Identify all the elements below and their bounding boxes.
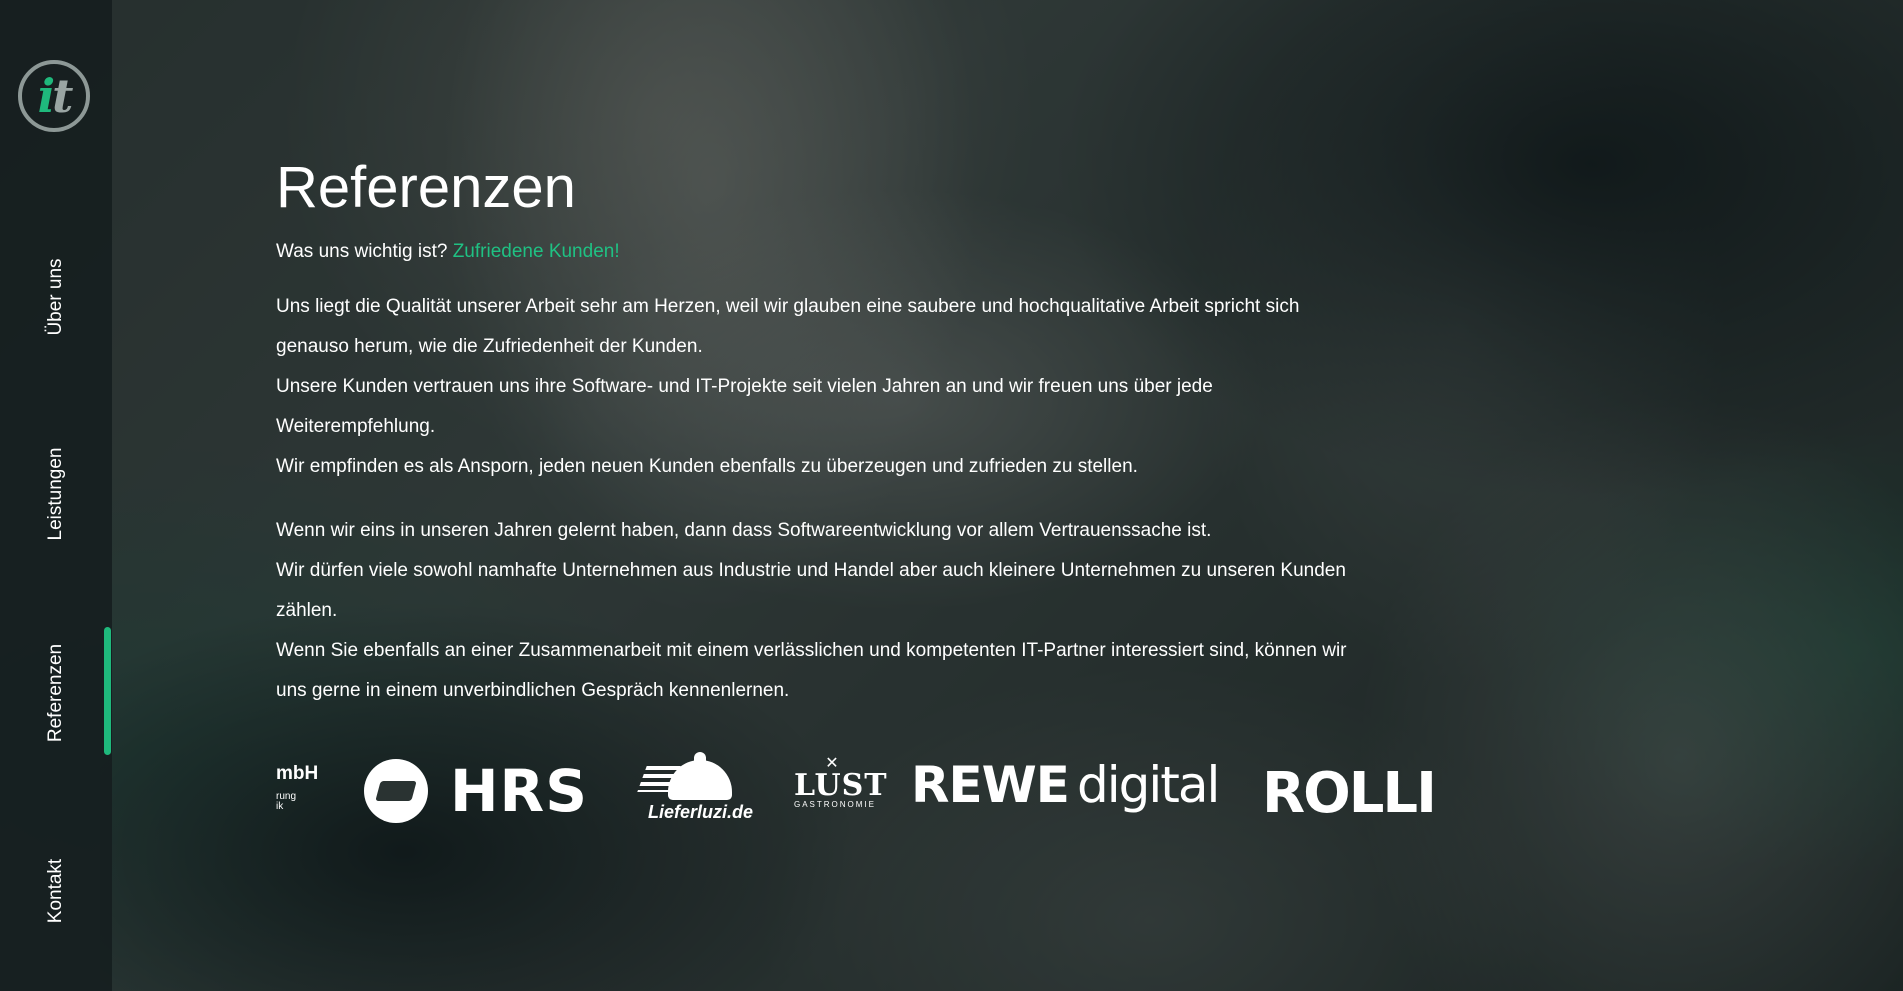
client-logo-lieferluzi: Lieferluzi.de xyxy=(637,752,754,826)
client-logo-rewe-text: REWE xyxy=(911,756,1070,814)
nav-item-referenzen[interactable]: Referenzen xyxy=(45,644,67,742)
client-logo-mbh-line2: ik xyxy=(276,801,284,812)
intro-paragraph: Uns liegt die Qualität unserer Arbeit se… xyxy=(276,287,1426,487)
paragraph-line: Wenn wir eins in unseren Jahren gelernt … xyxy=(276,520,1212,541)
paragraph-line: Wir empfinden es als Ansporn, jeden neue… xyxy=(276,456,1138,477)
trust-paragraph: Wenn wir eins in unseren Jahren gelernt … xyxy=(276,511,1426,711)
paragraph-line: uns gerne in einem unverbindlichen Gespr… xyxy=(276,680,790,701)
paragraph-line: Unsere Kunden vertrauen uns ihre Softwar… xyxy=(276,376,1213,397)
client-logo-rolli: ROLLI xyxy=(1262,761,1437,826)
company-logo-text: it xyxy=(22,64,86,128)
paragraph-line: genauso herum, wie die Zufriedenheit der… xyxy=(276,336,703,357)
sidebar: it Über uns Leistungen Referenzen Kontak… xyxy=(0,0,112,991)
client-logo-digital-text: digital xyxy=(1076,756,1220,814)
main-content: Referenzen Was uns wichtig ist? Zufriede… xyxy=(276,150,1426,711)
logo-letter-i: i xyxy=(37,69,56,123)
client-logo-lust: ✕ LUST GASTRONOMIE xyxy=(794,756,888,826)
nav-item-ueber-uns[interactable]: Über uns xyxy=(45,258,67,335)
page: it Über uns Leistungen Referenzen Kontak… xyxy=(0,0,1903,991)
subtitle: Was uns wichtig ist? Zufriedene Kunden! xyxy=(276,237,1426,267)
page-title: Referenzen xyxy=(276,155,576,220)
paragraph-line: Wenn Sie ebenfalls an einer Zusammenarbe… xyxy=(276,640,1347,661)
paragraph-line: zählen. xyxy=(276,600,338,621)
paragraph-line: Uns liegt die Qualität unserer Arbeit se… xyxy=(276,296,1300,317)
client-logos-carousel[interactable]: mbH rung ik HRS Lieferluzi.de ✕ LUST GAS… xyxy=(274,752,1454,842)
client-logo-lust-sub: GASTRONOMIE xyxy=(794,800,877,809)
nav-active-indicator xyxy=(104,627,111,755)
client-logo-mbh: mbH rung ik xyxy=(276,764,318,812)
client-logo-mbh-main: mbH xyxy=(276,763,319,784)
client-logo-lust-text: LUST xyxy=(794,768,888,803)
company-logo[interactable]: it xyxy=(18,60,90,132)
logo-letter-t: t xyxy=(52,69,73,123)
client-logo-hrs-text: HRS xyxy=(450,757,588,825)
nav-item-kontakt[interactable]: Kontakt xyxy=(45,859,67,923)
client-logo-hrs: HRS xyxy=(364,758,588,824)
subtitle-accent: Zufriedene Kunden! xyxy=(452,241,620,262)
client-logo-rewe-digital: REWE digital xyxy=(911,760,1220,810)
nav-item-leistungen[interactable]: Leistungen xyxy=(45,448,67,541)
hrs-bed-icon xyxy=(364,759,428,823)
client-logo-lieferluzi-text: Lieferluzi.de xyxy=(648,802,754,822)
subtitle-prefix: Was uns wichtig ist? xyxy=(276,241,448,262)
paragraph-line: Wir dürfen viele sowohl namhafte Unterne… xyxy=(276,560,1346,581)
paragraph-line: Weiterempfehlung. xyxy=(276,416,436,437)
